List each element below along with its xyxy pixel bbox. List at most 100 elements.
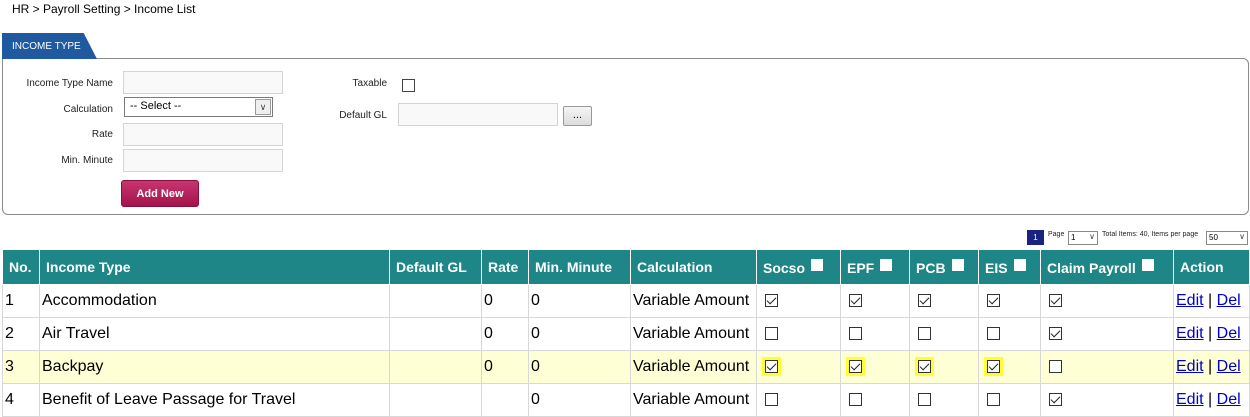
delete-link[interactable]: Del — [1217, 325, 1241, 342]
cell-epf — [840, 284, 910, 318]
income-type-name-input[interactable] — [123, 71, 283, 94]
browse-gl-button[interactable]: ... — [563, 106, 592, 126]
pcb-checkbox[interactable] — [918, 393, 931, 407]
cell-income-type: Air Travel — [39, 317, 390, 351]
epf-checkbox[interactable] — [849, 360, 862, 374]
eis-checkbox[interactable] — [987, 360, 1000, 374]
pager-current-page[interactable]: 1 — [1027, 230, 1044, 245]
cell-socso — [756, 383, 841, 417]
cell-epf — [840, 383, 910, 417]
select-all-claim-payroll-checkbox[interactable] — [1141, 258, 1154, 271]
table-row-highlighted: 3 Backpay 0 0 Variable Amount Edit | Del — [2, 350, 1250, 384]
select-all-epf-checkbox[interactable] — [880, 258, 893, 271]
cell-action: Edit | Del — [1173, 350, 1250, 384]
rate-input[interactable] — [123, 123, 283, 146]
column-header-pcb: PCB — [909, 249, 979, 285]
cell-income-type: Accommodation — [39, 284, 390, 318]
column-header-eis-label: EIS — [985, 259, 1008, 276]
epf-checkbox[interactable] — [849, 393, 862, 407]
cell-min-minute: 0 — [528, 317, 631, 351]
edit-link[interactable]: Edit — [1176, 391, 1204, 408]
cell-calculation: Variable Amount — [630, 383, 757, 417]
epf-checkbox[interactable] — [849, 327, 862, 341]
column-header-no: No. — [2, 249, 40, 285]
default-gl-label: Default GL — [339, 110, 387, 121]
cell-claim-payroll — [1040, 284, 1174, 318]
cell-pcb — [909, 317, 979, 351]
action-separator: | — [1208, 391, 1213, 408]
socso-checkbox[interactable] — [765, 360, 778, 374]
cell-default-gl — [389, 284, 482, 318]
column-header-min-minute: Min. Minute — [528, 249, 631, 285]
cell-eis — [978, 383, 1041, 417]
cell-no: 1 — [2, 284, 40, 318]
socso-checkbox[interactable] — [765, 327, 778, 341]
cell-pcb — [909, 284, 979, 318]
cell-claim-payroll — [1040, 383, 1174, 417]
select-all-socso-checkbox[interactable] — [811, 258, 824, 271]
taxable-checkbox[interactable] — [402, 79, 415, 92]
tab-income-type[interactable]: INCOME TYPE — [2, 33, 97, 59]
add-new-button[interactable]: Add New — [121, 180, 199, 207]
select-all-eis-checkbox[interactable] — [1013, 258, 1026, 271]
column-header-income-type: Income Type — [39, 249, 390, 285]
edit-link[interactable]: Edit — [1176, 358, 1204, 375]
cell-calculation: Variable Amount — [630, 350, 757, 384]
column-header-claim-payroll-label: Claim Payroll — [1047, 259, 1136, 276]
cell-no: 3 — [2, 350, 40, 384]
pager-page-label: Page — [1048, 231, 1065, 238]
claim-payroll-checkbox[interactable] — [1049, 360, 1062, 374]
cell-income-type: Benefit of Leave Passage for Travel — [39, 383, 390, 417]
eis-checkbox[interactable] — [987, 294, 1000, 308]
cell-min-minute: 0 — [528, 383, 631, 417]
cell-socso — [756, 317, 841, 351]
taxable-label: Taxable — [352, 78, 387, 89]
cell-action: Edit | Del — [1173, 383, 1250, 417]
claim-payroll-checkbox[interactable] — [1049, 393, 1062, 407]
socso-checkbox[interactable] — [765, 393, 778, 407]
items-per-page-select[interactable]: 50 ∨ — [1206, 231, 1248, 245]
column-header-default-gl: Default GL — [389, 249, 482, 285]
cell-pcb — [909, 350, 979, 384]
calculation-select[interactable]: -- Select -- ∨ — [124, 97, 273, 117]
claim-payroll-checkbox[interactable] — [1049, 294, 1062, 308]
epf-checkbox[interactable] — [849, 294, 862, 308]
cell-rate: 0 — [481, 350, 529, 384]
cell-claim-payroll — [1040, 317, 1174, 351]
edit-link[interactable]: Edit — [1176, 292, 1204, 309]
cell-eis — [978, 317, 1041, 351]
pager-page-value: 1 — [1071, 233, 1076, 242]
column-header-socso: Socso — [756, 249, 841, 285]
socso-checkbox[interactable] — [765, 294, 778, 308]
pager-page-select[interactable]: 1 ∨ — [1068, 231, 1098, 245]
cell-default-gl — [389, 317, 482, 351]
table-row: 2 Air Travel 0 0 Variable Amount Edit | … — [2, 317, 1250, 351]
table-row: 4 Benefit of Leave Passage for Travel 0 … — [2, 383, 1250, 417]
cell-eis — [978, 350, 1041, 384]
pcb-checkbox[interactable] — [918, 294, 931, 308]
eis-checkbox[interactable] — [987, 393, 1000, 407]
action-separator: | — [1208, 358, 1213, 375]
pcb-checkbox[interactable] — [918, 360, 931, 374]
delete-link[interactable]: Del — [1217, 391, 1241, 408]
edit-link[interactable]: Edit — [1176, 325, 1204, 342]
claim-payroll-checkbox[interactable] — [1049, 327, 1062, 341]
column-header-epf-label: EPF — [847, 259, 875, 276]
eis-checkbox[interactable] — [987, 327, 1000, 341]
delete-link[interactable]: Del — [1217, 292, 1241, 309]
column-header-action: Action — [1173, 249, 1250, 285]
column-header-calculation: Calculation — [630, 249, 757, 285]
column-header-eis: EIS — [978, 249, 1041, 285]
cell-socso — [756, 284, 841, 318]
cell-default-gl — [389, 383, 482, 417]
cell-income-type: Backpay — [39, 350, 390, 384]
select-all-pcb-checkbox[interactable] — [951, 258, 964, 271]
default-gl-input[interactable] — [398, 103, 558, 126]
min-minute-input[interactable] — [123, 149, 283, 172]
chevron-down-icon: ∨ — [255, 99, 271, 115]
action-separator: | — [1208, 292, 1213, 309]
delete-link[interactable]: Del — [1217, 358, 1241, 375]
cell-pcb — [909, 383, 979, 417]
pcb-checkbox[interactable] — [918, 327, 931, 341]
cell-no: 4 — [2, 383, 40, 417]
